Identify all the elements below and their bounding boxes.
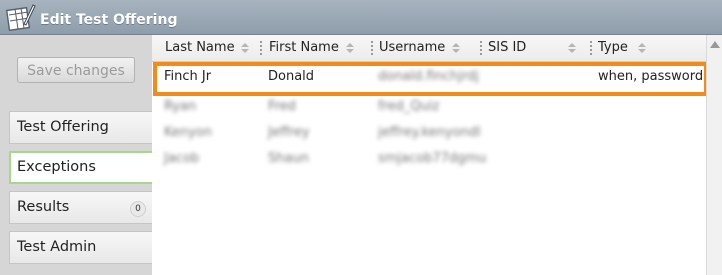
cell-first-name: Shaun xyxy=(268,151,309,166)
column-separator[interactable] xyxy=(590,41,594,55)
nav-label: Results xyxy=(17,199,70,215)
sidebar: Save changes Test Offering Exceptions Re… xyxy=(0,35,152,275)
cell-username: smjacob77dgmu xyxy=(378,151,487,166)
table-header: Last Name First Name Username SIS ID Typ… xyxy=(152,35,706,62)
cell-first-name: Donald xyxy=(268,69,315,84)
table-row[interactable]: Jacob Shaun smjacob77dgmu xyxy=(152,144,706,174)
column-separator[interactable] xyxy=(260,41,264,55)
window-title: Edit Test Offering xyxy=(40,12,178,28)
sort-icon[interactable] xyxy=(345,42,355,54)
column-header-sis-id[interactable]: SIS ID xyxy=(488,35,526,61)
nav-label: Test Admin xyxy=(17,239,97,255)
sort-icon[interactable] xyxy=(451,42,461,54)
exceptions-table-body: Finch Jr Donald donald.finchjrdj when, p… xyxy=(152,62,706,275)
cell-last-name: Finch Jr xyxy=(164,69,212,84)
column-header-first-name[interactable]: First Name xyxy=(269,35,339,61)
sort-icon[interactable] xyxy=(567,42,577,54)
save-changes-button[interactable]: Save changes xyxy=(17,57,135,83)
sort-icon[interactable] xyxy=(637,42,647,54)
title-bar: Edit Test Offering xyxy=(0,0,722,35)
cell-last-name: Jacob xyxy=(164,151,200,166)
table-row[interactable]: Finch Jr Donald donald.finchjrdj when, p… xyxy=(152,62,706,92)
nav-exceptions[interactable]: Exceptions xyxy=(9,151,152,184)
nav-test-admin[interactable]: Test Admin xyxy=(9,231,152,264)
sort-icon[interactable] xyxy=(240,42,250,54)
results-count-badge: 0 xyxy=(130,201,146,217)
cell-username: donald.finchjrdj xyxy=(378,69,479,84)
column-header-username[interactable]: Username xyxy=(379,35,445,61)
edit-grid-icon xyxy=(5,4,36,32)
vertical-scrollbar[interactable] xyxy=(706,35,722,275)
nav-test-offering[interactable]: Test Offering xyxy=(9,111,152,144)
column-header-last-name[interactable]: Last Name xyxy=(165,35,235,61)
cell-type: when, password xyxy=(598,69,704,84)
nav-label: Exceptions xyxy=(17,159,96,175)
scroll-up-icon[interactable] xyxy=(710,41,720,48)
nav-results[interactable]: Results 0 xyxy=(9,191,152,224)
column-separator[interactable] xyxy=(371,41,375,55)
column-separator[interactable] xyxy=(480,41,484,55)
nav-label: Test Offering xyxy=(17,119,109,135)
column-header-type[interactable]: Type xyxy=(598,35,628,61)
